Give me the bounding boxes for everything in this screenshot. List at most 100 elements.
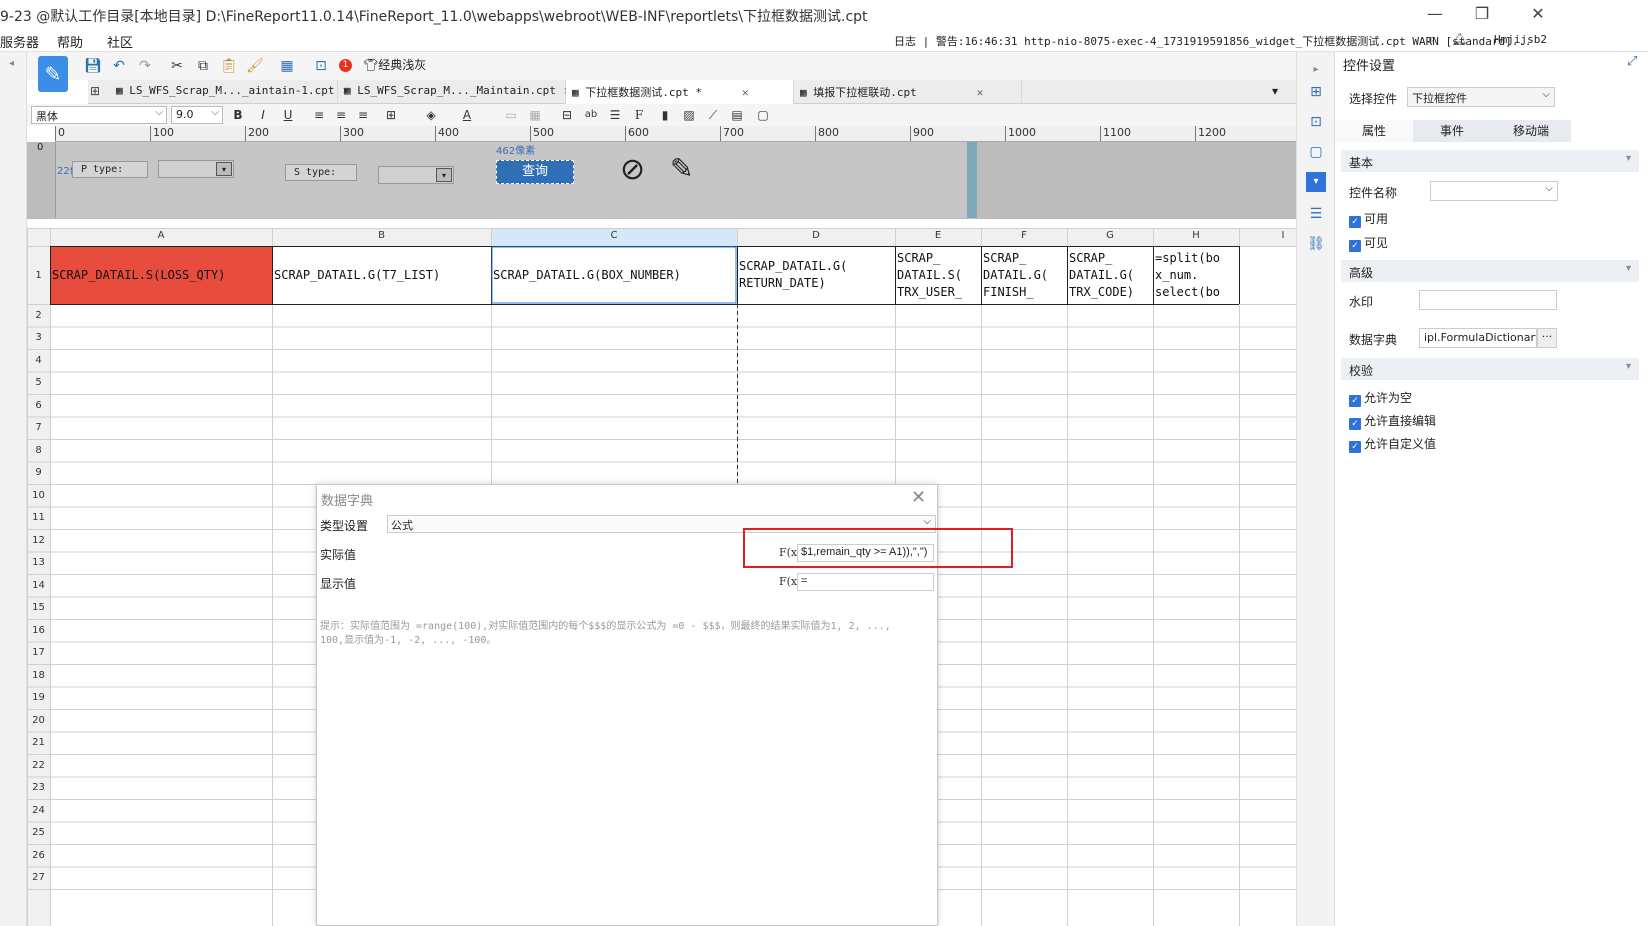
parameter-edge-handle[interactable] [967, 142, 977, 218]
format-painter-icon[interactable]: 🖌︎ [245, 56, 265, 76]
cell-b1[interactable]: SCRAP_DATAIL.G(T7_LIST) [272, 246, 491, 304]
row-header-11[interactable]: 11 [27, 507, 50, 530]
condition-icon[interactable]: ☰ [1306, 204, 1326, 224]
text-icon[interactable]: ab [581, 106, 601, 124]
align-center-icon[interactable]: ≡ [331, 106, 351, 124]
fill-color-icon[interactable]: ◈ [421, 106, 441, 124]
row-header-12[interactable]: 12 [27, 529, 50, 552]
row-header-10[interactable]: 10 [27, 484, 50, 507]
font-family-select[interactable]: 黑体 ⌵ [31, 106, 167, 124]
display-value-input[interactable]: = [797, 573, 934, 591]
float-element-icon[interactable]: ▢ [1306, 142, 1326, 162]
tab-dropdown-test[interactable]: ▦ 下拉框数据测试.cpt * ✕ [566, 80, 794, 104]
search-icon[interactable]: ⌕ [1428, 32, 1435, 47]
eye-off-icon[interactable]: ⊘ [620, 152, 645, 187]
row-header-26[interactable]: 26 [27, 844, 50, 867]
row-header-22[interactable]: 22 [27, 754, 50, 777]
collapse-left-icon[interactable]: ◂ [9, 58, 14, 69]
row-header-7[interactable]: 7 [27, 417, 50, 440]
row-header-20[interactable]: 20 [27, 709, 50, 732]
pencil-icon[interactable]: ✎ [670, 152, 693, 185]
row-header-3[interactable]: 3 [27, 327, 50, 350]
watermark-input[interactable] [1419, 290, 1557, 310]
align-left-icon[interactable]: ≡ [309, 106, 329, 124]
cell-a1[interactable]: SCRAP_DATAIL.S(LOSS_QTY) [50, 246, 272, 304]
designer-logo-icon[interactable]: ✎ [38, 56, 68, 92]
menu-community[interactable]: 社区 [107, 32, 133, 51]
column-header-i[interactable]: I [1239, 230, 1327, 248]
visible-checkbox[interactable]: ✓ 可见 [1349, 234, 1388, 252]
widget-settings-icon[interactable]: ▾ [1306, 172, 1326, 192]
undo-icon[interactable]: ↶ [109, 56, 129, 76]
row-header-2[interactable]: 2 [27, 304, 50, 327]
cell-attr-icon[interactable]: ⊞ [1306, 82, 1326, 102]
alert-badge[interactable]: 1 [339, 59, 352, 72]
row-header-15[interactable]: 15 [27, 597, 50, 620]
image-icon[interactable]: ▨ [679, 106, 699, 124]
row-header-13[interactable]: 13 [27, 552, 50, 575]
cell-c1[interactable]: SCRAP_DATAIL.G(BOX_NUMBER) [491, 246, 737, 304]
allow-custom-checkbox[interactable]: ✓ 允许自定义值 [1349, 435, 1436, 453]
close-tab-icon[interactable]: ✕ [977, 86, 984, 99]
cut-icon[interactable]: ✂ [167, 56, 187, 76]
align-right-icon[interactable]: ≡ [353, 106, 373, 124]
copy-icon[interactable]: ⧉ [193, 56, 213, 76]
enabled-checkbox[interactable]: ✓ 可用 [1349, 210, 1388, 228]
row-header-18[interactable]: 18 [27, 664, 50, 687]
close-tab-icon[interactable]: ✕ [742, 86, 749, 99]
log-status[interactable]: 日志 | 警告:16:46:31 http-nio-8075-exec-4_17… [894, 33, 1532, 49]
row-header-16[interactable]: 16 [27, 619, 50, 642]
tab-linkage[interactable]: ▦ 填报下拉框联动.cpt ✕ [794, 80, 1022, 104]
font-color-icon[interactable]: A [457, 106, 477, 124]
close-button[interactable]: ✕ [1528, 4, 1548, 24]
row-header-1[interactable]: 1 [27, 246, 50, 304]
template-icon[interactable]: ▦ [277, 56, 297, 76]
cell-f1[interactable]: SCRAP_ DATAIL.G( FINISH_ [981, 246, 1067, 304]
cell-d1[interactable]: SCRAP_DATAIL.G( RETURN_DATE) [737, 246, 895, 304]
row-header-19[interactable]: 19 [27, 687, 50, 710]
row-header-23[interactable]: 23 [27, 777, 50, 800]
preview-icon[interactable]: ⊡ [311, 56, 331, 76]
chart-icon[interactable]: ▮ [655, 106, 675, 124]
menu-server[interactable]: 服务器 [0, 32, 39, 51]
p-type-label[interactable]: P type: [72, 161, 148, 178]
section-validate[interactable]: 校验 ▾ [1341, 358, 1639, 380]
tab-ls-wfs-1[interactable]: ▦ LS_WFS_Scrap_M..._aintain-1.cpt ✕ [110, 80, 349, 104]
cell-h1[interactable]: =split(bo x_num. select(bo [1153, 246, 1239, 304]
collapse-right-icon[interactable]: ▸ [1306, 60, 1326, 80]
row-header-14[interactable]: 14 [27, 574, 50, 597]
data-dict-edit-button[interactable]: ··· [1537, 328, 1557, 348]
row-header-6[interactable]: 6 [27, 394, 50, 417]
pin-icon[interactable]: ⤢ [1627, 54, 1637, 69]
p-type-combo[interactable]: ▾ [158, 160, 234, 178]
save-icon[interactable]: 💾︎ [83, 56, 103, 76]
s-type-combo[interactable]: ▾ [378, 166, 454, 184]
cell-g1[interactable]: SCRAP_ DATAIL.G( TRX_CODE) [1067, 246, 1153, 304]
menu-help[interactable]: 帮助 [57, 32, 83, 51]
row-header-4[interactable]: 4 [27, 349, 50, 372]
merge-icon[interactable]: ▭ [501, 106, 521, 124]
underline-icon[interactable]: U [278, 106, 298, 124]
border-icon[interactable]: ⊞ [381, 106, 401, 124]
row-header-9[interactable]: 9 [27, 462, 50, 485]
bell-icon[interactable]: 🔔︎ [1452, 32, 1467, 46]
tab-mobile[interactable]: 移动端 [1491, 120, 1571, 142]
row-header-24[interactable]: 24 [27, 799, 50, 822]
formula-icon[interactable]: F [629, 106, 649, 124]
query-button[interactable]: 查询 [496, 160, 574, 184]
redo-icon[interactable]: ↷ [135, 56, 155, 76]
section-basic[interactable]: 基本 ▾ [1341, 150, 1639, 172]
richtext-icon[interactable]: ☰ [605, 106, 625, 124]
row-header-25[interactable]: 25 [27, 822, 50, 845]
s-type-label[interactable]: S type: [285, 164, 357, 181]
row-header-17[interactable]: 17 [27, 642, 50, 665]
insert-link-icon[interactable]: ⊟ [557, 106, 577, 124]
row-header-21[interactable]: 21 [27, 732, 50, 755]
row-header-27[interactable]: 27 [27, 867, 50, 890]
split-icon[interactable]: ▦ [525, 106, 545, 124]
row-header-8[interactable]: 8 [27, 439, 50, 462]
row-header-5[interactable]: 5 [27, 372, 50, 395]
slash-icon[interactable]: ⟋ [703, 106, 723, 124]
bold-icon[interactable]: B [228, 106, 248, 124]
dialog-close-icon[interactable]: ✕ [911, 487, 926, 508]
